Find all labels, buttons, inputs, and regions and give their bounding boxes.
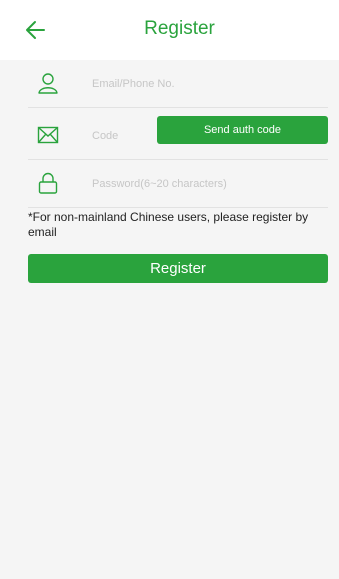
account-input[interactable] xyxy=(92,74,322,94)
app-bar: Register xyxy=(0,0,339,60)
code-input[interactable] xyxy=(92,126,152,146)
register-button[interactable]: Register xyxy=(28,254,328,283)
user-icon xyxy=(36,71,60,95)
mail-icon xyxy=(36,123,60,147)
code-row: Send auth code xyxy=(28,116,328,160)
password-input[interactable] xyxy=(92,174,322,194)
send-auth-code-button[interactable]: Send auth code xyxy=(157,116,328,144)
page-title: Register xyxy=(144,18,215,39)
lock-icon xyxy=(36,171,60,195)
email-registration-note: *For non-mainland Chinese users, please … xyxy=(28,210,309,239)
password-row xyxy=(28,164,328,208)
account-row xyxy=(28,64,328,108)
